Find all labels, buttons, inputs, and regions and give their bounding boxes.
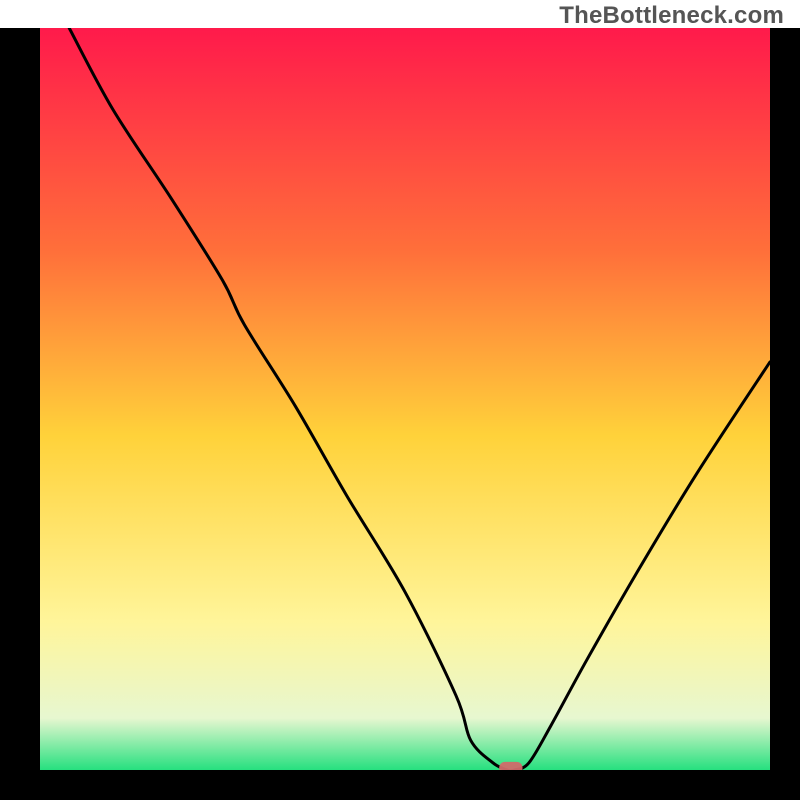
watermark-text: TheBottleneck.com [559, 2, 784, 30]
plot-border [0, 28, 800, 800]
optimal-marker [499, 762, 522, 770]
gradient-background [40, 28, 770, 770]
plot-area [40, 28, 770, 770]
plot-svg [40, 28, 770, 770]
chart-frame: TheBottleneck.com [0, 0, 800, 800]
